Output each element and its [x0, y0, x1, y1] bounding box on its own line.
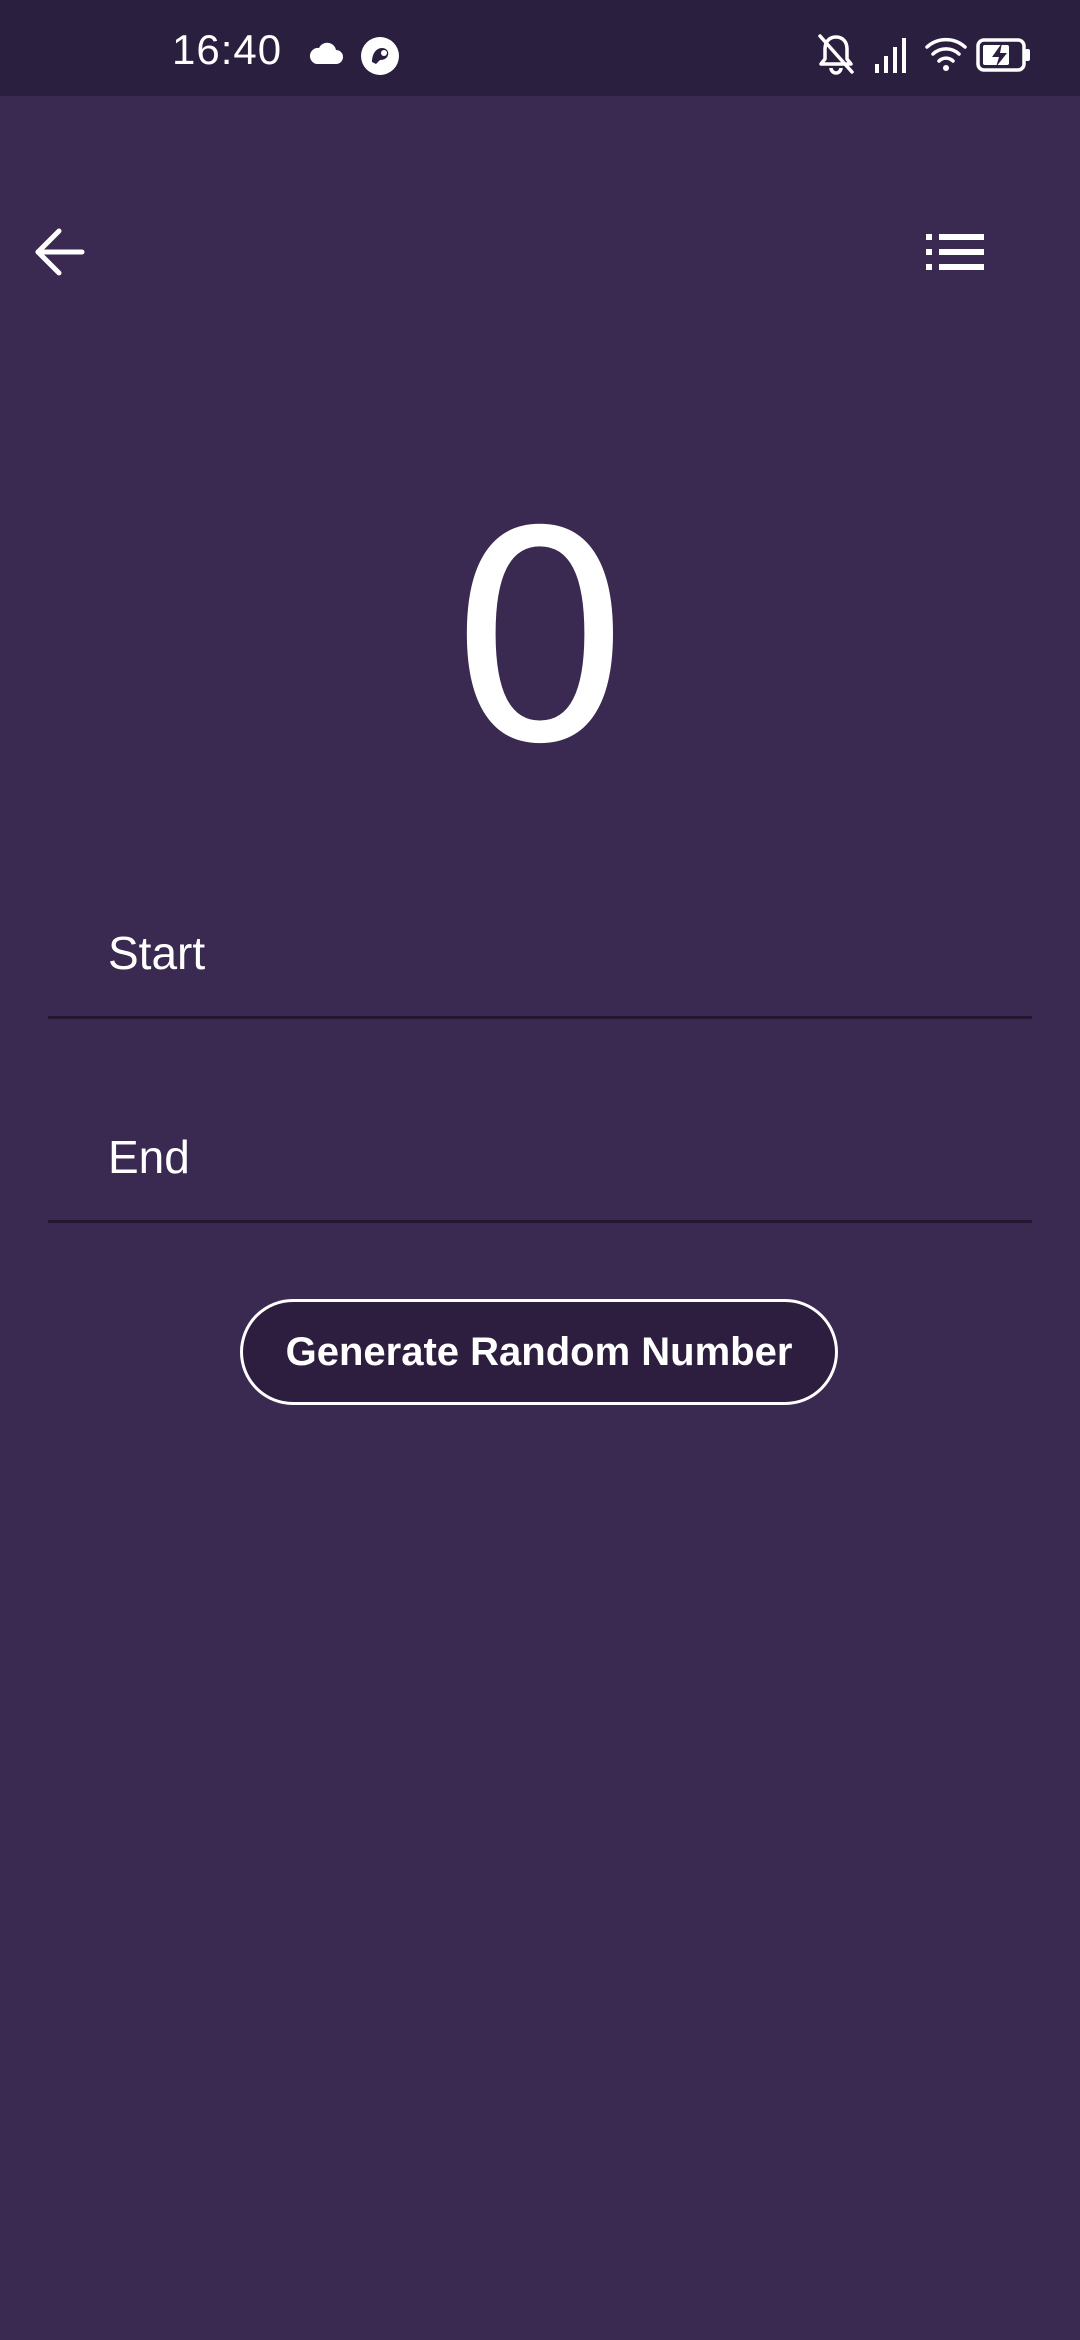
bell-off-icon — [818, 34, 854, 75]
list-icon[interactable] — [926, 234, 984, 270]
cloud-icon — [309, 42, 343, 64]
status-bar: 16:40 — [0, 0, 1080, 96]
notification-app-icon — [361, 37, 399, 75]
wifi-icon — [925, 37, 967, 71]
start-field[interactable]: Start — [48, 896, 1032, 1019]
end-field-label: End — [108, 1131, 190, 1183]
generate-random-number-button[interactable]: Generate Random Number — [240, 1299, 838, 1405]
result-number: 0 — [447, 471, 633, 808]
signal-icon — [875, 38, 906, 73]
start-field-label: Start — [108, 927, 206, 979]
back-arrow-icon[interactable] — [32, 224, 88, 280]
battery-charging-icon — [976, 38, 1030, 72]
end-field[interactable]: End — [48, 1100, 1032, 1223]
status-time: 16:40 — [172, 26, 283, 73]
